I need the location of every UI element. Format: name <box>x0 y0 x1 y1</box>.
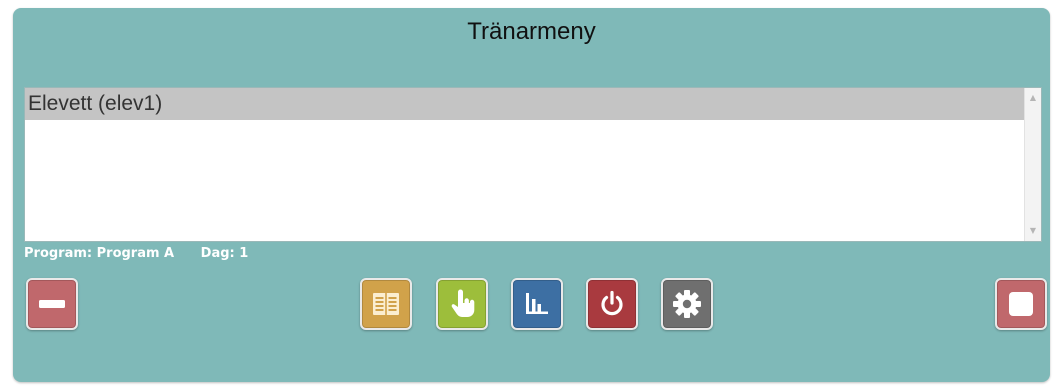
pointer-hand-icon <box>446 288 478 320</box>
gear-icon <box>671 288 703 320</box>
settings-button[interactable] <box>661 278 713 330</box>
power-icon <box>596 288 628 320</box>
page-title: Tränarmeny <box>467 18 596 45</box>
vertical-scrollbar[interactable]: ▲ ▼ <box>1024 88 1041 241</box>
power-button[interactable] <box>586 278 638 330</box>
stop-square-icon <box>1005 288 1037 320</box>
touch-button[interactable] <box>436 278 488 330</box>
stop-button[interactable] <box>995 278 1047 330</box>
trainer-menu-panel: Tränarmeny Elevett (elev1) ▲ ▼ Program: … <box>13 8 1050 382</box>
scroll-down-icon[interactable]: ▼ <box>1025 223 1041 239</box>
minus-icon <box>36 288 68 320</box>
program-button[interactable] <box>360 278 412 330</box>
day-label: Dag: 1 <box>200 246 249 261</box>
program-label: Program: Program A <box>24 246 175 261</box>
remove-button[interactable] <box>26 278 78 330</box>
statistics-button[interactable] <box>511 278 563 330</box>
scroll-up-icon[interactable]: ▲ <box>1025 90 1041 106</box>
student-listbox[interactable]: Elevett (elev1) ▲ ▼ <box>24 87 1042 242</box>
book-icon <box>370 288 402 320</box>
list-item-student[interactable]: Elevett (elev1) <box>25 88 1025 120</box>
program-info: Program: Program A Dag: 1 <box>24 246 270 261</box>
bar-chart-icon <box>521 288 553 320</box>
